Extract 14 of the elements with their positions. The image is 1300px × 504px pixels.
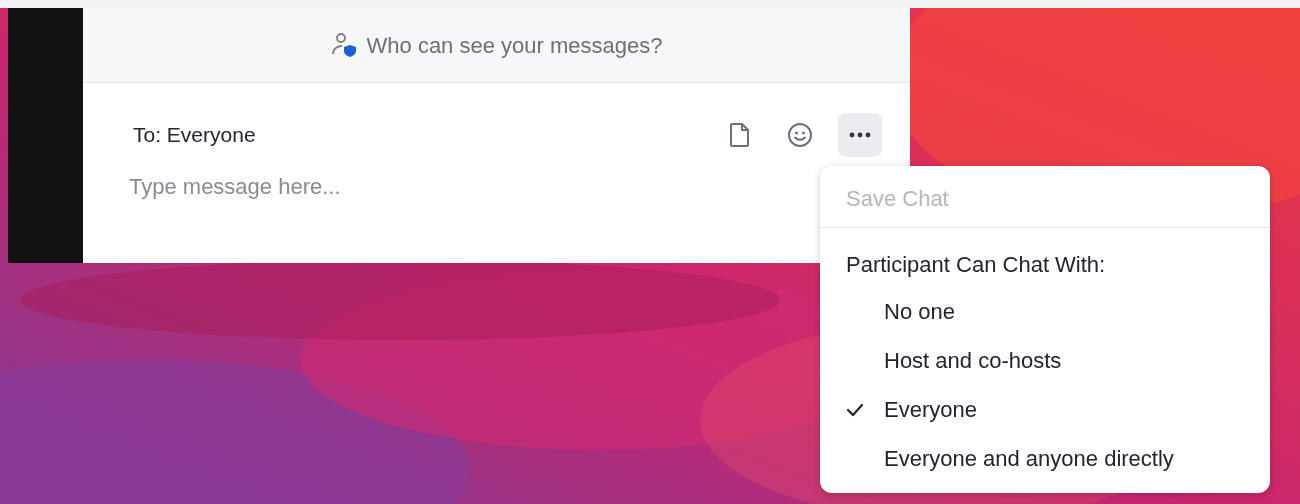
privacy-notice: Who can see your messages? <box>366 31 663 60</box>
menu-option[interactable]: No one <box>884 295 955 328</box>
menu-option[interactable]: Host and co-hosts <box>884 344 1062 377</box>
more-button[interactable] <box>838 113 882 157</box>
file-icon <box>729 122 751 148</box>
message-input[interactable]: Type message here... <box>127 169 727 204</box>
menu-option[interactable]: Everyone <box>884 393 977 426</box>
menu-option[interactable]: Everyone and anyone directly <box>884 442 1174 475</box>
recipient-label[interactable]: To: Everyone <box>133 119 702 151</box>
menu-section-title: Participant Can Chat With: <box>845 251 1107 279</box>
more-icon <box>849 132 871 138</box>
user-shield-icon <box>330 32 359 58</box>
emoji-icon <box>787 122 813 148</box>
privacy-banner[interactable]: Who can see your messages? <box>83 8 910 83</box>
